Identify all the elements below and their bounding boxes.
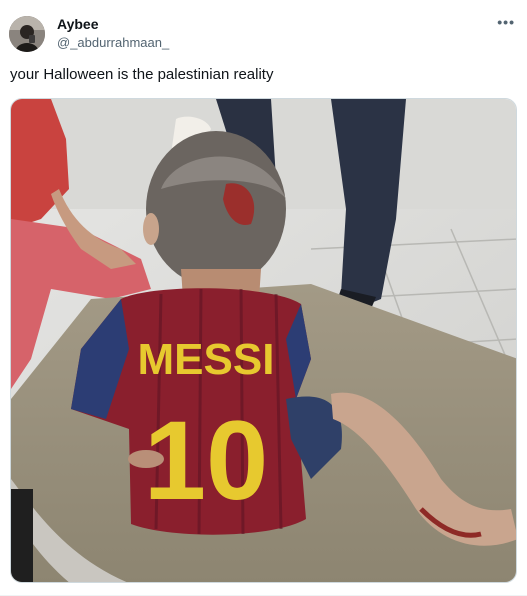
child-hand bbox=[128, 450, 164, 468]
jersey-name: MESSI bbox=[138, 335, 275, 384]
tweet: Aybee @_abdurrahmaan_ ••• your Halloween… bbox=[0, 0, 527, 596]
tweet-photo[interactable]: MESSI 10 bbox=[10, 98, 517, 583]
ear bbox=[143, 213, 159, 245]
photo-scene: MESSI 10 bbox=[11, 99, 516, 582]
avatar-image bbox=[9, 16, 45, 52]
stretcher-wheel bbox=[11, 489, 33, 582]
child-head bbox=[146, 131, 286, 287]
avatar[interactable] bbox=[9, 16, 45, 52]
tweet-text: your Halloween is the palestinian realit… bbox=[10, 66, 274, 83]
more-dots-icon[interactable]: ••• bbox=[497, 14, 515, 30]
user-handle[interactable]: @_abdurrahmaan_ bbox=[57, 35, 169, 50]
display-name[interactable]: Aybee bbox=[57, 16, 99, 32]
